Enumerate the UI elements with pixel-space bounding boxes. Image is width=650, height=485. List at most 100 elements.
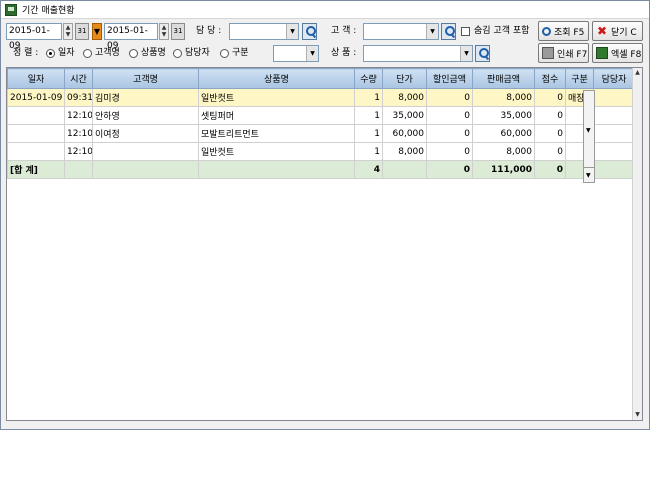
cell-points[interactable]: 0 — [534, 106, 566, 125]
cell-product[interactable]: 일반컷트 — [198, 142, 355, 161]
print-button[interactable]: 인쇄 F7 — [538, 43, 589, 63]
cell-staff[interactable] — [593, 142, 635, 161]
total-points: 0 — [534, 160, 566, 179]
col-header-time[interactable]: 시간 — [64, 68, 93, 89]
cell-time[interactable]: 12:10 — [64, 106, 93, 125]
date-to-input[interactable]: 2015-01-09 — [104, 23, 158, 51]
cell-amount[interactable]: 8,000 — [472, 142, 535, 161]
cell-price[interactable]: 8,000 — [382, 142, 427, 161]
date-from-spinner[interactable]: ▲ ▼ — [63, 23, 73, 40]
filter-row-2: 정 렬 : 일자 고객명 상품명 담당자 구분 ▼ 상 품 : ▼ 인쇄 F7 … — [1, 43, 649, 65]
sort-radio-date[interactable] — [46, 49, 55, 58]
col-header-date[interactable]: 일자 — [7, 68, 65, 89]
sort-radio-type[interactable] — [220, 49, 229, 58]
date-from-input[interactable]: 2015-01-09 — [6, 23, 62, 51]
chevron-down-icon[interactable]: ▼ — [426, 24, 438, 39]
product-combo[interactable]: ▼ — [363, 45, 473, 62]
close-button[interactable]: ✖ 닫기 C — [592, 21, 643, 41]
col-header-points[interactable]: 점수 — [534, 68, 566, 89]
cell-staff[interactable] — [593, 106, 635, 125]
print-button-label: 인쇄 F7 — [557, 49, 588, 60]
cell-date[interactable] — [7, 106, 65, 125]
sales-grid[interactable]: 일자 시간 고객명 상품명 수량 단가 할인금액 판매금액 점수 구분 담당자 … — [6, 67, 643, 421]
table-row[interactable]: 12:10 안하영 셋팅퍼머 1 35,000 0 35,000 0 — [7, 106, 635, 125]
sort-radio-product[interactable] — [129, 49, 138, 58]
cell-date[interactable]: 2015-01-09 — [7, 88, 65, 107]
date-range-toggle-icon[interactable]: ▼ — [92, 23, 102, 40]
sort-radio-customer[interactable] — [83, 49, 92, 58]
chevron-down-icon[interactable]: ▼ — [286, 24, 298, 39]
col-header-staff[interactable]: 담당자 — [593, 68, 635, 89]
search-button[interactable]: 조회 F5 — [538, 21, 589, 41]
col-header-customer[interactable]: 고객명 — [92, 68, 199, 89]
cell-time[interactable]: 12:10 — [64, 142, 93, 161]
cell-points[interactable]: 0 — [534, 88, 566, 107]
chevron-down-icon: ▼ — [586, 172, 591, 179]
customer-search-icon[interactable] — [441, 23, 456, 40]
customer-combo[interactable]: ▼ — [363, 23, 439, 40]
cell-amount[interactable]: 35,000 — [472, 106, 535, 125]
cell-price[interactable]: 35,000 — [382, 106, 427, 125]
col-header-product[interactable]: 상품명 — [198, 68, 355, 89]
staff-search-icon[interactable] — [302, 23, 317, 40]
product-search-icon[interactable] — [475, 45, 490, 62]
excel-icon — [596, 47, 608, 59]
col-header-price[interactable]: 단가 — [382, 68, 427, 89]
total-type-dropdown-button[interactable]: ▼ — [583, 167, 595, 183]
total-amount: 111,000 — [472, 160, 535, 179]
sales-table: 일자 시간 고객명 상품명 수량 단가 할인금액 판매금액 점수 구분 담당자 … — [7, 68, 635, 179]
cell-product[interactable]: 모발트리트먼트 — [198, 124, 355, 143]
cell-qty[interactable]: 1 — [354, 124, 383, 143]
cell-date[interactable] — [7, 124, 65, 143]
cell-customer[interactable]: 안하영 — [92, 106, 199, 125]
cell-customer[interactable]: 이여정 — [92, 124, 199, 143]
col-header-qty[interactable]: 수량 — [354, 68, 383, 89]
date-to-spinner[interactable]: ▲ ▼ — [159, 23, 169, 40]
cell-product[interactable]: 일반컷트 — [198, 88, 355, 107]
date-from-calendar-icon[interactable]: 31 — [75, 23, 89, 40]
cell-qty[interactable]: 1 — [354, 142, 383, 161]
cell-qty[interactable]: 1 — [354, 106, 383, 125]
sort-radio-staff[interactable] — [173, 49, 182, 58]
chevron-down-icon[interactable]: ▼ — [460, 46, 472, 61]
col-header-discount[interactable]: 할인금액 — [426, 68, 473, 89]
col-header-type[interactable]: 구분 — [565, 68, 594, 89]
col-header-amount[interactable]: 판매금액 — [472, 68, 535, 89]
cell-points[interactable]: 0 — [534, 124, 566, 143]
cell-discount[interactable]: 0 — [426, 88, 473, 107]
cell-amount[interactable]: 8,000 — [472, 88, 535, 107]
cell-discount[interactable]: 0 — [426, 142, 473, 161]
cell-time[interactable]: 09:31 — [64, 88, 93, 107]
table-row[interactable]: 12:10 이여정 모발트리트먼트 1 60,000 0 60,000 0 — [7, 124, 635, 143]
cell-staff[interactable] — [593, 124, 635, 143]
cell-amount[interactable]: 60,000 — [472, 124, 535, 143]
cell-points[interactable]: 0 — [534, 142, 566, 161]
scroll-down-icon[interactable]: ▼ — [633, 410, 642, 420]
table-row[interactable]: 12:10 일반컷트 1 8,000 0 8,000 0 — [7, 142, 635, 161]
table-row[interactable]: 2015-01-09 09:31 김미경 일반컷트 1 8,000 0 8,00… — [7, 88, 635, 107]
chevron-down-icon[interactable]: ▼ — [306, 46, 318, 61]
cell-staff[interactable] — [593, 88, 635, 107]
date-to-calendar-icon[interactable]: 31 — [171, 23, 185, 40]
staff-combo[interactable]: ▼ — [229, 23, 299, 40]
cell-discount[interactable]: 0 — [426, 106, 473, 125]
excel-button[interactable]: 엑셀 F8 — [592, 43, 643, 63]
close-icon: ✖ — [596, 24, 608, 38]
scroll-up-icon[interactable]: ▲ — [633, 68, 642, 78]
vertical-scrollbar[interactable]: ▲ ▼ — [632, 68, 642, 420]
cell-discount[interactable]: 0 — [426, 124, 473, 143]
cell-customer[interactable] — [92, 142, 199, 161]
type-dropdown-button[interactable]: ▼ — [583, 90, 595, 174]
sort-extra-combo[interactable]: ▼ — [273, 45, 319, 62]
hidden-customer-checkbox[interactable] — [461, 27, 470, 36]
filter-row-1: 2015-01-09 ▲ ▼ 31 ▼ 2015-01-09 ▲ ▼ 31 담 당 … — [1, 21, 649, 51]
cell-date[interactable] — [7, 142, 65, 161]
staff-label: 담 당 : — [196, 26, 222, 36]
cell-qty[interactable]: 1 — [354, 88, 383, 107]
cell-price[interactable]: 8,000 — [382, 88, 427, 107]
cell-product[interactable]: 셋팅퍼머 — [198, 106, 355, 125]
magnifier-icon — [542, 26, 551, 36]
cell-price[interactable]: 60,000 — [382, 124, 427, 143]
cell-time[interactable]: 12:10 — [64, 124, 93, 143]
cell-customer[interactable]: 김미경 — [92, 88, 199, 107]
